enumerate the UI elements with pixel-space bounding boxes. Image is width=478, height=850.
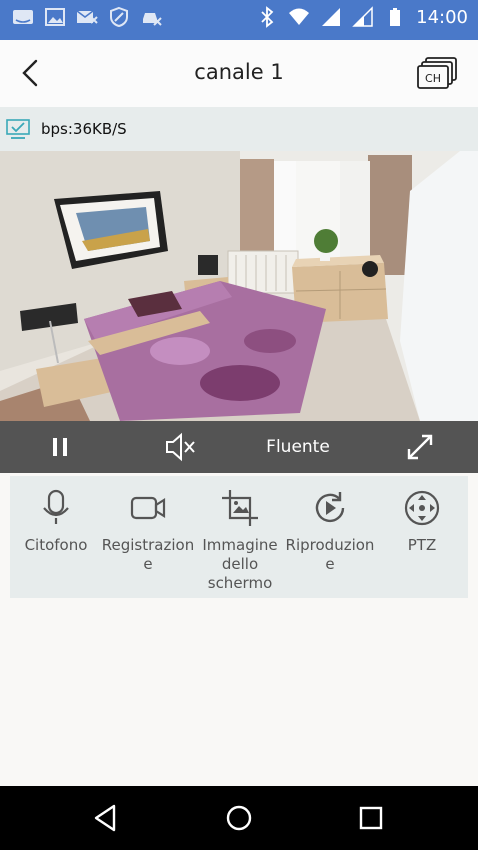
bitrate-label: bps:36KB/S [41, 120, 127, 138]
system-nav-bar [0, 786, 478, 850]
screenshot-icon [222, 490, 258, 526]
tool-label-ptz: PTZ [407, 536, 437, 554]
tools-panel: Citofono Registrazion e Immagine dello s… [10, 476, 468, 598]
gallery-icon [45, 8, 65, 26]
page-title: canale 1 [194, 60, 284, 84]
monitor-check-icon [6, 119, 30, 139]
mute-button[interactable] [150, 421, 210, 473]
nav-back-icon[interactable] [88, 800, 124, 836]
ptz-icon [404, 490, 440, 526]
tool-label-intercom: Citofono [24, 536, 88, 554]
speaker-muted-icon [166, 432, 195, 462]
signal-2-icon [352, 6, 373, 27]
camera-video-feed[interactable] [0, 151, 478, 421]
tool-label-screenshot: Immagine dello schermo [202, 536, 278, 592]
wifi-icon [289, 8, 310, 25]
ptz-button[interactable]: PTZ [374, 476, 470, 598]
signal-icon [322, 8, 341, 26]
stream-info-bar: bps:36KB/S [0, 107, 478, 151]
replay-icon [315, 492, 345, 523]
mail-x-icon [76, 10, 98, 24]
playback-controls-bar: Fluente [0, 421, 478, 473]
fullscreen-button[interactable] [390, 421, 450, 473]
record-button[interactable]: Registrazion e [100, 476, 196, 598]
microphone-icon [43, 489, 69, 524]
pause-icon [53, 438, 67, 456]
channel-switch-icon[interactable]: CH [416, 56, 460, 90]
playback-button[interactable]: Riproduzion e [282, 476, 378, 598]
tool-label-playback: Riproduzion e [285, 536, 375, 573]
bluetooth-icon [261, 6, 274, 28]
clock: 14:00 [416, 6, 468, 28]
nav-recents-icon[interactable] [353, 800, 389, 836]
fullscreen-icon [407, 434, 433, 460]
quality-selector[interactable]: Fluente [250, 421, 346, 473]
status-bar: 14:00 [0, 0, 478, 40]
screenshot-button[interactable]: Immagine dello schermo [192, 476, 288, 598]
video-camera-icon [130, 496, 166, 520]
pause-button[interactable] [30, 421, 90, 473]
shield-icon [110, 6, 128, 28]
tool-label-record: Registrazion e [101, 536, 195, 573]
nav-home-icon[interactable] [221, 800, 257, 836]
car-crossed-icon [143, 13, 162, 26]
intercom-button[interactable]: Citofono [8, 476, 104, 598]
battery-icon [390, 8, 401, 26]
amazon-icon [13, 10, 33, 24]
app-header: canale 1 CH [0, 40, 478, 107]
channel-switch-label: CH [425, 72, 441, 85]
